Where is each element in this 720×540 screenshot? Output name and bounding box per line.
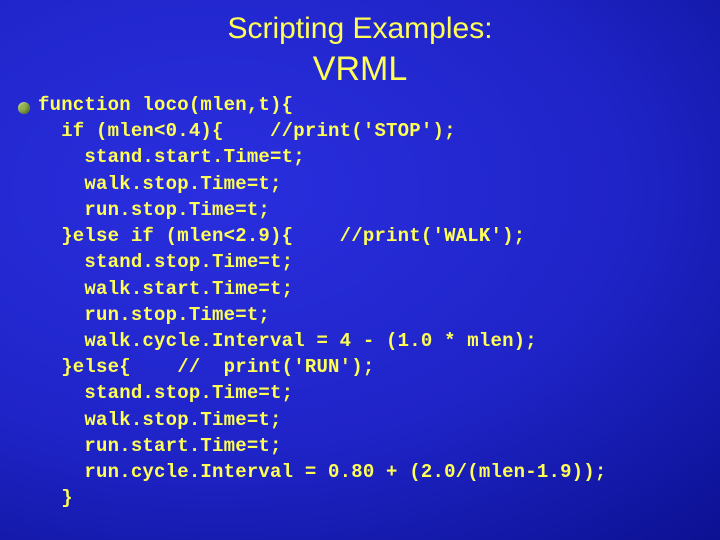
code-block: function loco(mlen,t){ if (mlen<0.4){ //… [38,92,607,512]
slide-subtitle: VRML [0,50,720,89]
bullet-icon [18,102,30,114]
slide-title: Scripting Examples: [0,0,720,46]
slide: Scripting Examples: VRML function loco(m… [0,0,720,540]
